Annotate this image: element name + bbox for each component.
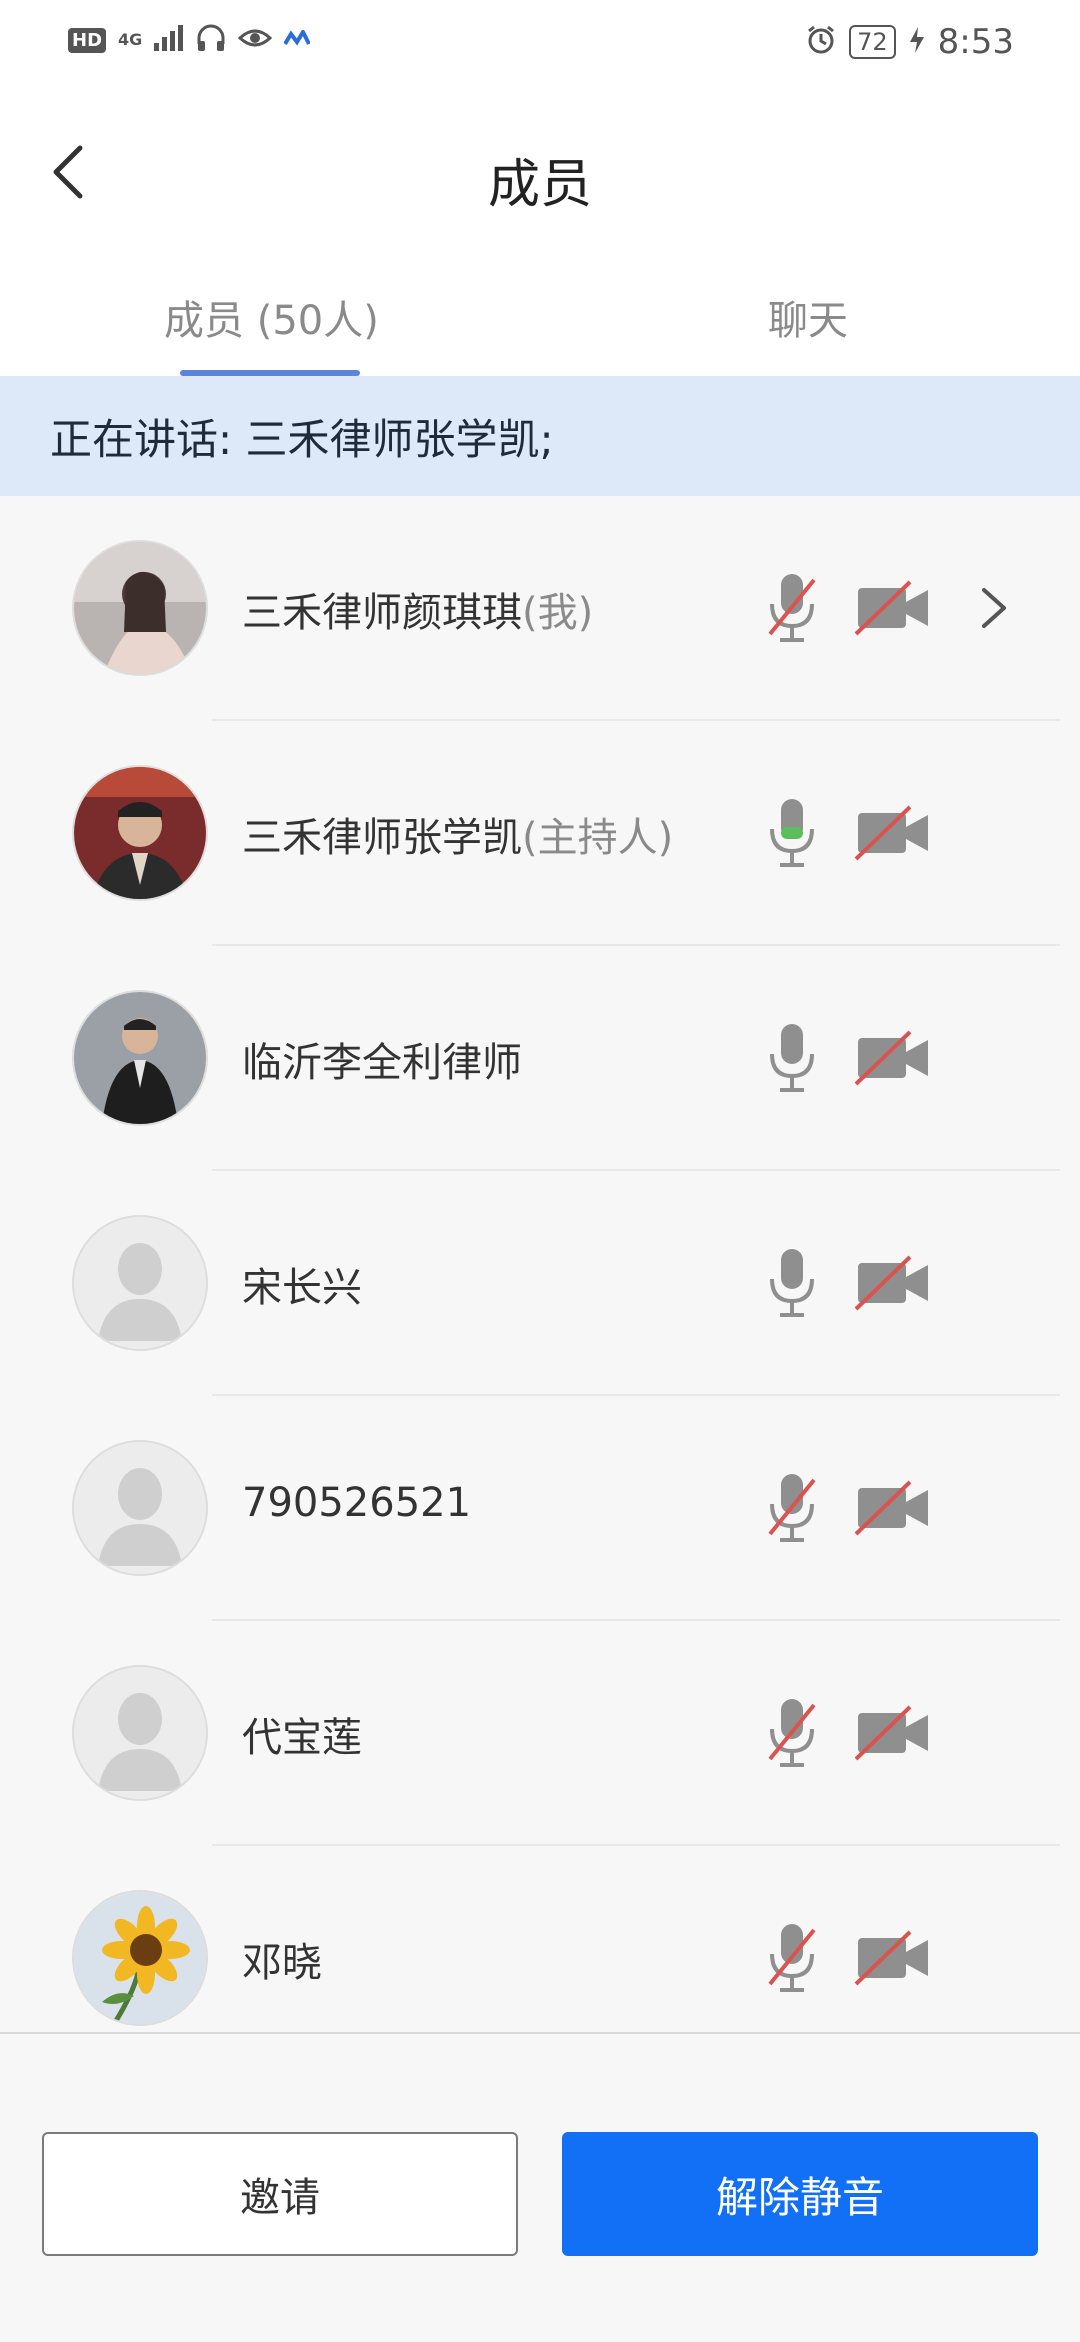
avatar xyxy=(72,1890,208,2026)
member-name: 代宝莲 xyxy=(242,1715,362,1761)
tab-members[interactable]: 成员 (50人) xyxy=(164,288,379,346)
member-row[interactable]: 三禾律师张学凯(主持人) xyxy=(0,721,1080,946)
member-name: 三禾律师张学凯(主持人) xyxy=(242,815,674,861)
member-row[interactable]: 邓晓 xyxy=(0,1846,1080,2032)
tab-bar: 成员 (50人) 聊天 xyxy=(0,252,1080,376)
battery-indicator: 72 xyxy=(849,25,896,59)
camera-off-icon[interactable] xyxy=(854,805,934,861)
headphones-icon xyxy=(196,24,226,56)
tab-chat[interactable]: 聊天 xyxy=(768,288,848,346)
alarm-icon xyxy=(805,24,837,60)
unmute-button[interactable]: 解除静音 xyxy=(562,2132,1038,2256)
member-row[interactable]: 临沂李全利律师 xyxy=(0,946,1080,1171)
member-name: 790526521 xyxy=(242,1480,472,1526)
status-right-group: 72 8:53 xyxy=(805,22,1014,62)
camera-off-icon[interactable] xyxy=(854,1255,934,1311)
member-list[interactable]: 三禾律师颜琪琪(我) 三禾律师张学凯(主持人) 临沂李全利律师 宋长兴 7905… xyxy=(0,496,1080,2032)
camera-off-icon[interactable] xyxy=(854,580,934,636)
default-avatar-icon xyxy=(72,1665,208,1801)
clock: 8:53 xyxy=(937,22,1014,62)
speaking-banner-text: 正在讲话: 三禾律师张学凯; xyxy=(50,414,554,464)
camera-off-icon[interactable] xyxy=(854,1480,934,1536)
network-indicator: 4G xyxy=(118,30,143,49)
charging-icon xyxy=(908,25,926,59)
mic-icon[interactable] xyxy=(764,1022,820,1094)
app-notification-icon xyxy=(283,27,312,50)
member-row[interactable]: 宋长兴 xyxy=(0,1171,1080,1396)
member-name: 三禾律师颜琪琪(我) xyxy=(242,590,594,636)
member-tag: (我) xyxy=(522,590,594,636)
signal-icon xyxy=(154,25,184,55)
default-avatar-icon xyxy=(72,1440,208,1576)
camera-off-icon[interactable] xyxy=(854,1030,934,1086)
member-row[interactable]: 790526521 xyxy=(0,1396,1080,1621)
mic-active-icon[interactable] xyxy=(764,797,820,869)
default-avatar-icon xyxy=(72,1215,208,1351)
mic-icon[interactable] xyxy=(764,1247,820,1319)
member-name: 宋长兴 xyxy=(242,1265,362,1311)
mic-muted-icon[interactable] xyxy=(764,572,820,644)
mic-muted-icon[interactable] xyxy=(764,1472,820,1544)
invite-button[interactable]: 邀请 xyxy=(42,2132,518,2256)
mic-muted-icon[interactable] xyxy=(764,1697,820,1769)
avatar xyxy=(72,765,208,901)
member-name: 临沂李全利律师 xyxy=(242,1040,522,1086)
speaking-banner: 正在讲话: 三禾律师张学凯; xyxy=(0,376,1080,496)
hd-badge: HD xyxy=(68,27,107,53)
avatar xyxy=(72,540,208,676)
bottom-action-bar: 邀请 解除静音 xyxy=(0,2032,1080,2342)
header: 成员 xyxy=(0,92,1080,252)
camera-off-icon[interactable] xyxy=(854,1705,934,1761)
member-row[interactable]: 三禾律师颜琪琪(我) xyxy=(0,496,1080,721)
member-tag: (主持人) xyxy=(522,815,674,861)
avatar xyxy=(72,990,208,1126)
member-row[interactable]: 代宝莲 xyxy=(0,1621,1080,1846)
status-bar: HD 4G 72 8:53 xyxy=(0,0,1080,92)
member-name: 邓晓 xyxy=(242,1940,322,1986)
chevron-right-icon[interactable] xyxy=(978,584,1010,632)
mic-muted-icon[interactable] xyxy=(764,1922,820,1994)
eye-icon xyxy=(238,26,273,54)
page-title: 成员 xyxy=(487,155,592,215)
status-left-group: HD 4G xyxy=(68,24,312,56)
camera-off-icon[interactable] xyxy=(854,1930,934,1986)
